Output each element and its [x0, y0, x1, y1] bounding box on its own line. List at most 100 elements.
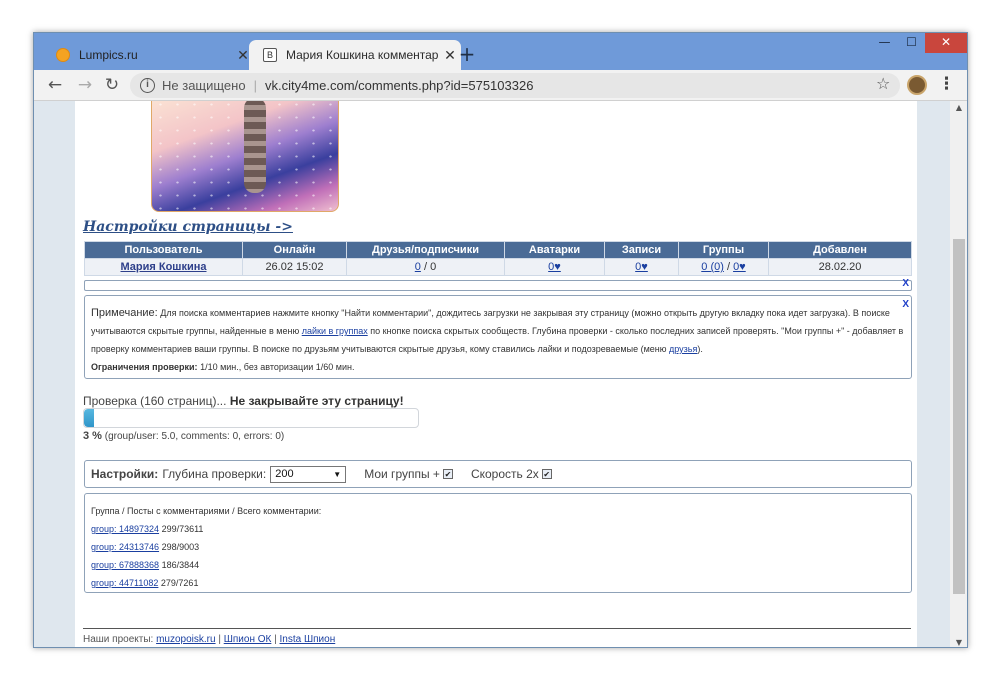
depth-select[interactable]: 200 ▼	[270, 465, 347, 483]
reload-button[interactable]: ↻	[101, 74, 123, 96]
group-link[interactable]: group: 67888368	[91, 560, 159, 570]
separator: /	[723, 261, 734, 273]
progress-percent: 3 %	[83, 430, 102, 442]
followers-count: 0	[430, 261, 437, 273]
footer-label: Наши проекты:	[83, 634, 157, 645]
scrollbar[interactable]: ▲ ▼	[950, 101, 967, 647]
groups-panel: Группа / Посты с комментариями / Всего к…	[84, 493, 912, 593]
close-panel-icon[interactable]: X	[902, 278, 909, 289]
my-groups-label: Мои группы +	[364, 467, 440, 481]
limits-text: 1/10 мин., без авторизации 1/60 мин.	[197, 362, 355, 372]
tab-strip: Lumpics.ru ✕ B Мария Кошкина комментарии…	[34, 33, 967, 70]
group-stats: 186/3844	[159, 560, 200, 570]
added-cell: 28.02.20	[768, 258, 912, 276]
back-button[interactable]: ←	[44, 74, 66, 96]
progress-fill	[84, 409, 95, 427]
speed-label: Скорость 2x	[470, 467, 539, 481]
progress-details: (group/user: 5.0, comments: 0, errors: 0…	[101, 431, 285, 442]
user-name-link[interactable]: Мария Кошкина	[120, 261, 206, 273]
footer-link-insta-spy[interactable]: Insta Шпион	[280, 634, 336, 645]
group-link[interactable]: group: 24313746	[91, 542, 159, 552]
scroll-up-icon[interactable]: ▲	[950, 103, 967, 112]
separator: |	[271, 634, 280, 645]
forward-button[interactable]: →	[74, 74, 96, 96]
groups-likes-link[interactable]: 0♥	[733, 261, 746, 273]
maximize-button[interactable]: ☐	[898, 33, 925, 53]
speed-checkbox[interactable]: ✔	[541, 469, 552, 479]
header-friends: Друзья/подписчики	[346, 241, 505, 259]
list-item: group: 67888368 186/3844	[91, 556, 905, 574]
window-controls: — ☐ ✕	[871, 33, 967, 55]
close-window-button[interactable]: ✕	[925, 33, 967, 53]
minimize-button[interactable]: —	[871, 33, 898, 53]
header-added: Добавлен	[768, 241, 912, 259]
footer-divider	[83, 628, 911, 629]
header-avatars: Аватарки	[504, 241, 605, 259]
url-text: vk.city4me.com/comments.php?id=575103326	[264, 78, 534, 93]
group-link[interactable]: group: 44711082	[91, 578, 158, 588]
browser-toolbar: ← → ↻ i Не защищено | vk.city4me.com/com…	[34, 70, 967, 101]
user-avatar-image	[151, 101, 339, 212]
note-title: Примечание:	[91, 307, 158, 319]
header-posts: Записи	[604, 241, 679, 259]
note-text-3: ).	[697, 344, 703, 354]
menu-icon[interactable]: ⋮	[938, 74, 955, 94]
tab-title: Мария Кошкина комментарии ·	[286, 48, 439, 62]
browser-window: Lumpics.ru ✕ B Мария Кошкина комментарии…	[33, 32, 968, 648]
header-user: Пользователь	[84, 241, 243, 259]
progress-label: Проверка (160 страниц)... Не закрывайте …	[83, 394, 404, 408]
lumpics-favicon-icon	[56, 48, 70, 62]
friends-menu-link[interactable]: друзья	[669, 344, 697, 354]
progress-bar	[83, 408, 419, 428]
online-cell: 26.02 15:02	[242, 258, 347, 276]
info-icon[interactable]: i	[140, 78, 155, 93]
settings-title: Настройки:	[91, 467, 159, 481]
security-status: Не защищено	[162, 78, 246, 93]
progress-warning: Не закрывайте эту страницу!	[229, 394, 404, 408]
footer-link-ok-spy[interactable]: Шпион ОК	[224, 634, 272, 645]
table-row: Мария Кошкина 26.02 15:02 0 / 0 0♥ 0♥ 0 …	[84, 258, 912, 276]
scrollbar-thumb[interactable]	[953, 239, 965, 594]
tab-lumpics[interactable]: Lumpics.ru ✕	[42, 40, 254, 70]
posts-link[interactable]: 0♥	[635, 261, 648, 273]
close-note-icon[interactable]: X	[902, 296, 909, 314]
scroll-down-icon[interactable]: ▼	[950, 638, 967, 647]
new-tab-button[interactable]: +	[457, 42, 477, 66]
user-table: Пользователь Онлайн Друзья/подписчики Ав…	[84, 241, 912, 276]
tab-title: Lumpics.ru	[79, 48, 138, 62]
collapsed-panel: X	[84, 278, 912, 291]
bookmark-star-icon[interactable]: ☆	[876, 74, 890, 93]
footer-link-muzopoisk[interactable]: muzopoisk.ru	[156, 634, 215, 645]
progress-text: Проверка (160 страниц)...	[83, 394, 230, 408]
note-panel: X Примечание: Для поиска комментариев на…	[84, 295, 912, 379]
my-groups-checkbox[interactable]: ✔	[442, 469, 453, 479]
group-stats: 299/73611	[159, 524, 204, 534]
separator: |	[215, 634, 224, 645]
groups-link[interactable]: 0 (0)	[701, 261, 724, 273]
header-online: Онлайн	[242, 241, 347, 259]
groups-header: Группа / Посты с комментариями / Всего к…	[91, 506, 322, 516]
separator: /	[420, 261, 431, 273]
limits-label: Ограничения проверки:	[91, 362, 198, 372]
progress-stats: 3 % (group/user: 5.0, comments: 0, error…	[83, 430, 284, 442]
avatars-link[interactable]: 0♥	[548, 261, 561, 273]
footer: Наши проекты: muzopoisk.ru | Шпион ОК | …	[83, 634, 335, 645]
depth-value: 200	[275, 468, 294, 480]
chevron-down-icon: ▼	[333, 469, 342, 479]
list-item: group: 14897324 299/73611	[91, 520, 905, 538]
likes-in-groups-link[interactable]: лайки в группах	[302, 326, 368, 336]
address-bar[interactable]: i Не защищено | vk.city4me.com/comments.…	[130, 73, 900, 98]
group-link[interactable]: group: 14897324	[91, 524, 159, 534]
profile-avatar[interactable]	[907, 75, 927, 95]
tab-comments[interactable]: B Мария Кошкина комментарии · ✕	[249, 40, 461, 70]
group-stats: 279/7261	[158, 578, 199, 588]
page-settings-link[interactable]: Настройки страницы ->	[83, 219, 293, 235]
list-item: group: 44711082 279/7261	[91, 574, 905, 592]
depth-label: Глубина проверки:	[162, 467, 267, 481]
settings-panel: Настройки: Глубина проверки: 200 ▼ Мои г…	[84, 460, 912, 488]
page-viewport: Настройки страницы -> Пользователь Онлай…	[34, 101, 950, 647]
group-stats: 298/9003	[159, 542, 200, 552]
list-item: group: 24313746 298/9003	[91, 538, 905, 556]
vk-favicon-icon: B	[263, 48, 277, 62]
header-groups: Группы	[678, 241, 769, 259]
